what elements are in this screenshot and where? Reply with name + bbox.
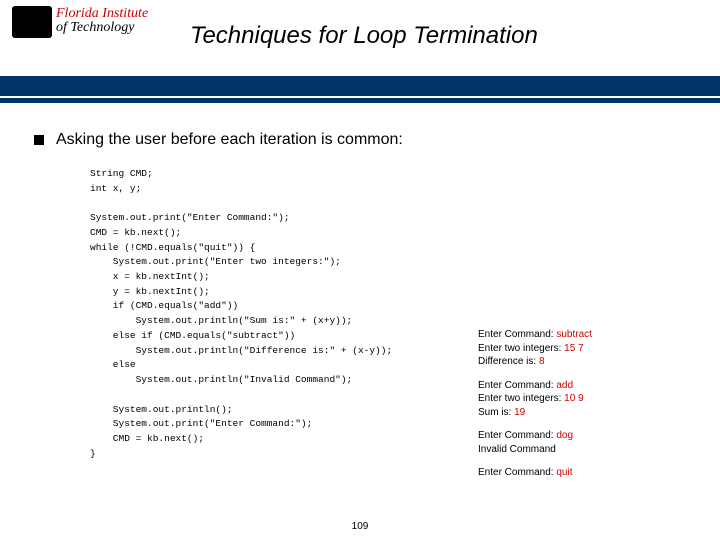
logo: Florida Institute of Technology bbox=[12, 6, 148, 38]
output-block-2: Enter Command: add Enter two integers: 1… bbox=[478, 379, 592, 420]
page-title: Techniques for Loop Termination bbox=[190, 22, 538, 50]
output-block-1: Enter Command: subtract Enter two intege… bbox=[478, 328, 592, 369]
output-block-3: Enter Command: dog Invalid Command bbox=[478, 429, 592, 456]
content: Asking the user before each iteration is… bbox=[0, 103, 720, 461]
header-bar-thick bbox=[0, 76, 720, 96]
page-number: 109 bbox=[352, 521, 369, 532]
logo-text: Florida Institute of Technology bbox=[56, 7, 148, 36]
logo-line2: of Technology bbox=[56, 21, 148, 36]
sample-output: Enter Command: subtract Enter two intege… bbox=[478, 328, 592, 490]
output-block-4: Enter Command: quit bbox=[478, 466, 592, 480]
header: Florida Institute of Technology Techniqu… bbox=[0, 0, 720, 76]
bullet-item: Asking the user before each iteration is… bbox=[34, 131, 690, 149]
square-bullet-icon bbox=[34, 135, 44, 145]
bullet-text: Asking the user before each iteration is… bbox=[56, 131, 403, 149]
panther-icon bbox=[12, 6, 52, 38]
code-block: String CMD; int x, y; System.out.print("… bbox=[90, 167, 690, 461]
